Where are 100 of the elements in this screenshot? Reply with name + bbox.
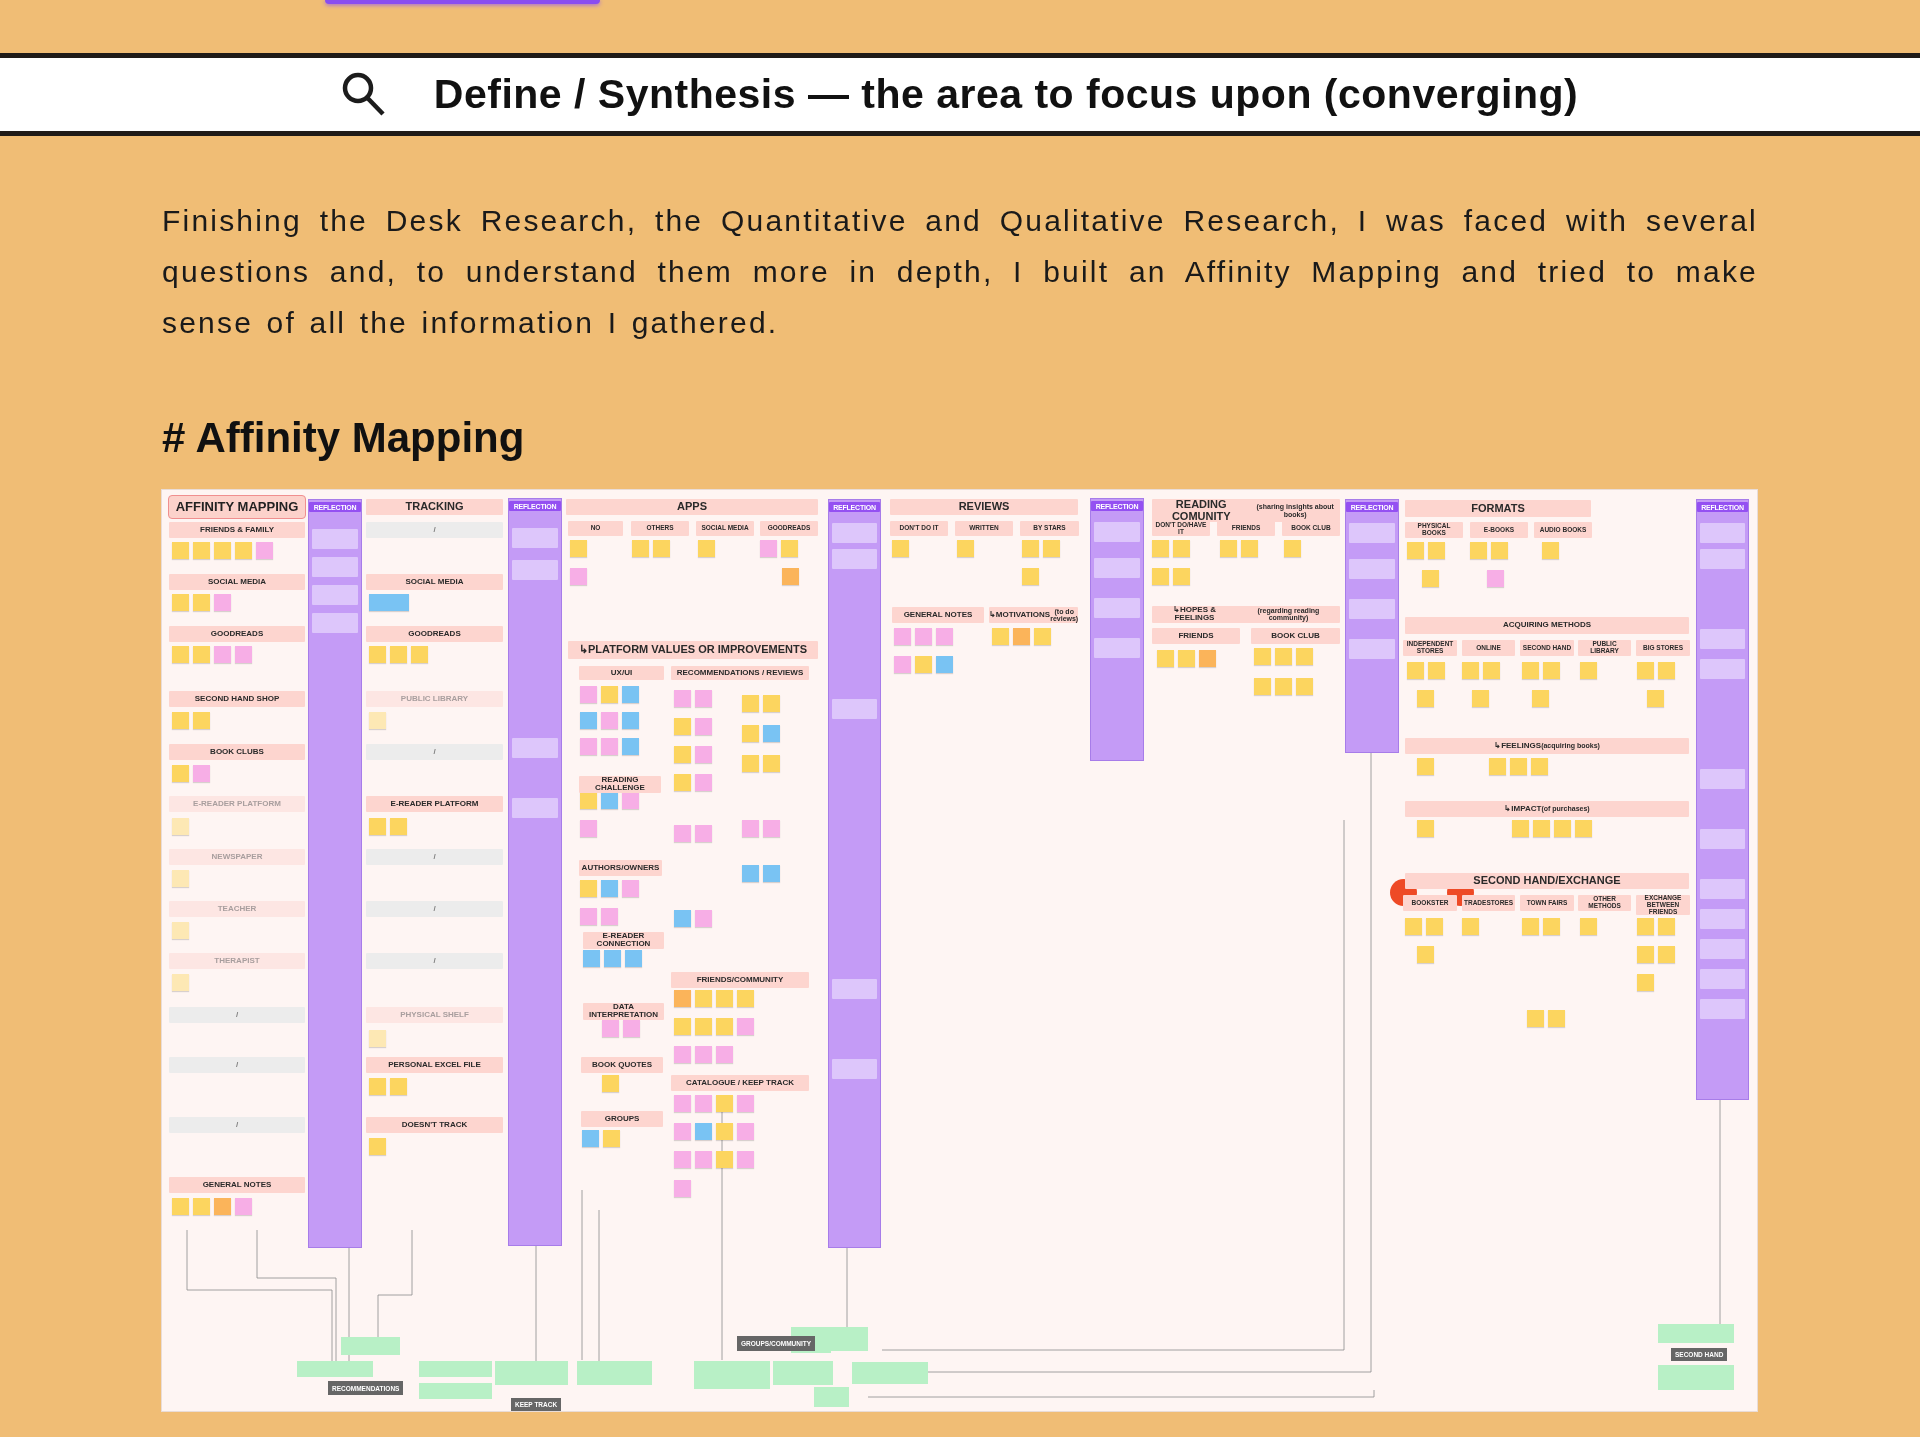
sticky-note — [1022, 568, 1039, 585]
reflection-note — [1700, 999, 1745, 1019]
sticky-note — [1296, 648, 1313, 665]
sticky-note — [1658, 918, 1675, 935]
sticky-note — [214, 594, 231, 611]
sticky-note — [814, 1387, 849, 1407]
sticky-note — [695, 1046, 712, 1063]
sticky-note — [622, 738, 639, 755]
sticky-note — [623, 1020, 640, 1037]
sticky-note — [390, 1078, 407, 1095]
sticky-note — [674, 1046, 691, 1063]
reflection-note — [1349, 523, 1395, 543]
sticky-note — [915, 628, 932, 645]
sticky-note — [214, 542, 231, 559]
sticky-note — [1491, 542, 1508, 559]
reflection-note — [1094, 638, 1140, 658]
sticky-note — [936, 656, 953, 673]
sticky-note — [172, 712, 189, 729]
sticky-note — [1532, 690, 1549, 707]
sticky-note — [1637, 918, 1654, 935]
group-header: / — [366, 522, 503, 538]
group-header: ACQUIRING METHODS — [1405, 617, 1689, 634]
sticky-note — [193, 542, 210, 559]
reflection-note — [1700, 829, 1745, 849]
sticky-note — [1254, 648, 1271, 665]
group-header: / — [366, 953, 503, 969]
sticky-note — [674, 1018, 691, 1035]
sticky-note — [580, 686, 597, 703]
sticky-note — [580, 712, 597, 729]
sticky-note — [214, 646, 231, 663]
sticky-note — [172, 818, 189, 835]
sticky-note — [1417, 690, 1434, 707]
sticky-note — [1575, 820, 1592, 837]
section-header: TRACKING — [366, 499, 503, 515]
sticky-note — [674, 990, 691, 1007]
sticky-note — [674, 774, 691, 791]
reflection-note — [512, 528, 558, 548]
sticky-note — [235, 542, 252, 559]
reflection-note — [312, 585, 358, 605]
sticky-note — [695, 746, 712, 763]
group-header: GENERAL NOTES — [892, 607, 984, 623]
sticky-note — [411, 646, 428, 663]
sticky-note — [653, 540, 670, 557]
sticky-note — [1510, 758, 1527, 775]
group-header: SOCIAL MEDIA — [366, 574, 503, 590]
intro-paragraph: Finishing the Desk Research, the Quantitative and Qualitative Research, I was faced with several questions and, to understand them more in depth, I built an Affinity Mapping and tried to make sense of all the information I gathered. — [162, 203, 1758, 341]
sticky-note — [763, 820, 780, 837]
sticky-note — [625, 950, 642, 967]
sticky-note — [172, 765, 189, 782]
sticky-note — [695, 774, 712, 791]
sticky-note — [1199, 650, 1216, 667]
sticky-note — [894, 628, 911, 645]
sticky-note — [601, 738, 618, 755]
group-header: / — [366, 849, 503, 865]
sticky-note — [1043, 540, 1060, 557]
sticky-note — [1152, 540, 1169, 557]
search-icon — [341, 72, 386, 117]
sticky-note — [1531, 758, 1548, 775]
sticky-note — [1647, 690, 1664, 707]
section-header: FORMATS — [1405, 500, 1591, 517]
nav-button[interactable] — [325, 0, 600, 4]
sticky-note — [1428, 542, 1445, 559]
sticky-note — [1658, 662, 1675, 679]
sticky-note — [1522, 662, 1539, 679]
sticky-note — [601, 686, 618, 703]
group-header: E-READER CONNECTION — [583, 932, 664, 949]
sticky-note — [1543, 662, 1560, 679]
sticky-note — [781, 540, 798, 557]
sticky-note — [1034, 628, 1051, 645]
sticky-note — [763, 725, 780, 742]
sticky-note — [172, 974, 189, 991]
sticky-note — [763, 865, 780, 882]
reflection-note — [832, 523, 877, 543]
sticky-note — [1157, 650, 1174, 667]
sticky-note — [695, 910, 712, 927]
sticky-note — [674, 746, 691, 763]
reflection-note — [312, 557, 358, 577]
reflection-note — [832, 979, 877, 999]
section-header: ↳PLATFORM VALUES OR IMPROVEMENTS — [568, 641, 818, 659]
sticky-note — [369, 1030, 386, 1047]
sticky-note — [742, 865, 759, 882]
sticky-note — [172, 594, 189, 611]
sticky-note — [1637, 946, 1654, 963]
sticky-note — [603, 1130, 620, 1147]
group-header: BOOK QUOTES — [581, 1057, 663, 1073]
sticky-note — [214, 1198, 231, 1215]
reflection-note — [512, 560, 558, 580]
sticky-note — [1284, 540, 1301, 557]
sticky-note — [782, 568, 799, 585]
sticky-note — [737, 990, 754, 1007]
sticky-note — [1417, 820, 1434, 837]
sticky-note — [674, 1180, 691, 1197]
sticky-note — [583, 950, 600, 967]
sticky-note — [698, 540, 715, 557]
sticky-note — [172, 1198, 189, 1215]
sticky-note — [582, 1130, 599, 1147]
reflection-note — [1094, 522, 1140, 542]
sticky-note — [915, 656, 932, 673]
sticky-note — [172, 870, 189, 887]
sticky-note — [763, 695, 780, 712]
